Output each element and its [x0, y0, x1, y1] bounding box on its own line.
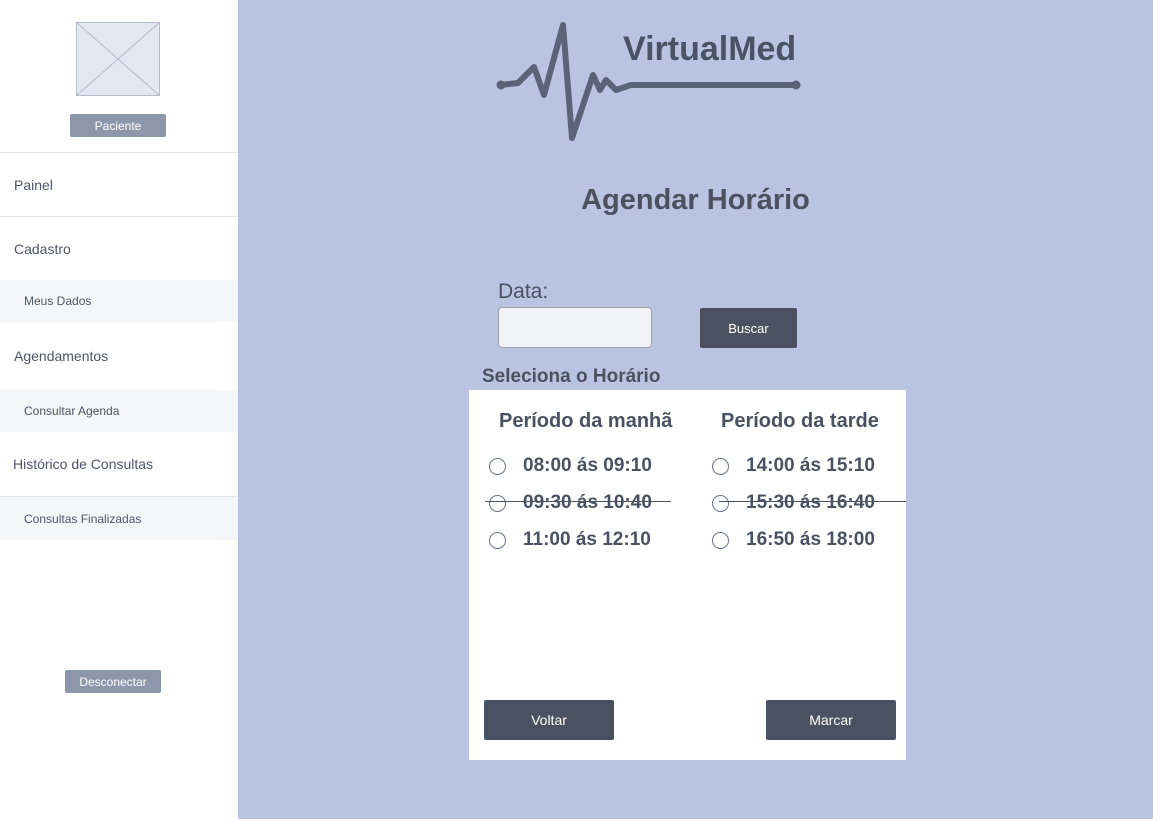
slot-time-label: 16:50 ás 18:00	[746, 529, 875, 550]
patient-role-button[interactable]: Paciente	[70, 114, 166, 137]
time-slot-panel: Período da manhã Período da tarde 08:00 …	[469, 390, 906, 760]
radio-button[interactable]	[712, 457, 729, 475]
radio-button[interactable]	[712, 531, 729, 549]
avatar-placeholder-icon	[76, 22, 160, 96]
slot-time-label: 09:30 ás 10:40	[523, 492, 652, 513]
unavailable-strikethrough	[719, 501, 906, 502]
main-content: VirtualMed Agendar Horário Data: Buscar …	[238, 0, 1153, 819]
sidebar: Paciente Painel Cadastro Meus Dados Agen…	[0, 0, 238, 821]
sidebar-subitem-consultas-finalizadas[interactable]: Consultas Finalizadas	[0, 496, 238, 540]
sidebar-subitem-consultar-agenda[interactable]: Consultar Agenda	[0, 390, 238, 432]
slot-time-label: 15:30 ás 16:40	[746, 492, 875, 513]
afternoon-slot-option-unavailable: 15:30 ás 16:40	[712, 490, 875, 516]
select-time-label: Seleciona o Horário	[482, 366, 661, 387]
sidebar-item-agendamentos[interactable]: Agendamentos	[0, 322, 238, 390]
radio-button[interactable]	[489, 457, 506, 475]
unavailable-strikethrough	[485, 501, 671, 502]
page-title: Agendar Horário	[581, 184, 810, 216]
search-button[interactable]: Buscar	[700, 308, 797, 348]
afternoon-slot-option[interactable]: 16:50 ás 18:00	[712, 527, 875, 553]
sidebar-nav: Painel Cadastro Meus Dados Agendamentos …	[0, 152, 238, 540]
schedule-button[interactable]: Marcar	[766, 700, 896, 740]
date-label: Data:	[498, 280, 549, 303]
morning-slot-option[interactable]: 08:00 ás 09:10	[489, 453, 652, 479]
slot-time-label: 14:00 ás 15:10	[746, 455, 875, 476]
afternoon-period-title: Período da tarde	[721, 410, 879, 432]
afternoon-slot-option[interactable]: 14:00 ás 15:10	[712, 453, 875, 479]
back-button[interactable]: Voltar	[484, 700, 614, 740]
radio-button	[712, 494, 729, 512]
brand-name: VirtualMed	[623, 30, 797, 68]
morning-slot-option[interactable]: 11:00 ás 12:10	[489, 527, 651, 553]
slot-time-label: 08:00 ás 09:10	[523, 455, 652, 476]
date-input[interactable]	[498, 307, 652, 348]
morning-slot-option-unavailable: 09:30 ás 10:40	[489, 490, 652, 516]
radio-button	[489, 494, 506, 512]
sidebar-item-painel[interactable]: Painel	[0, 152, 238, 216]
morning-period-title: Período da manhã	[499, 410, 673, 432]
sidebar-item-historico[interactable]: Histórico de Consultas	[0, 432, 238, 496]
slot-time-label: 11:00 ás 12:10	[523, 529, 651, 550]
radio-button[interactable]	[489, 531, 506, 549]
sidebar-item-cadastro[interactable]: Cadastro	[0, 216, 238, 280]
logout-button[interactable]: Desconectar	[65, 670, 161, 693]
sidebar-subitem-meus-dados[interactable]: Meus Dados	[0, 280, 238, 322]
